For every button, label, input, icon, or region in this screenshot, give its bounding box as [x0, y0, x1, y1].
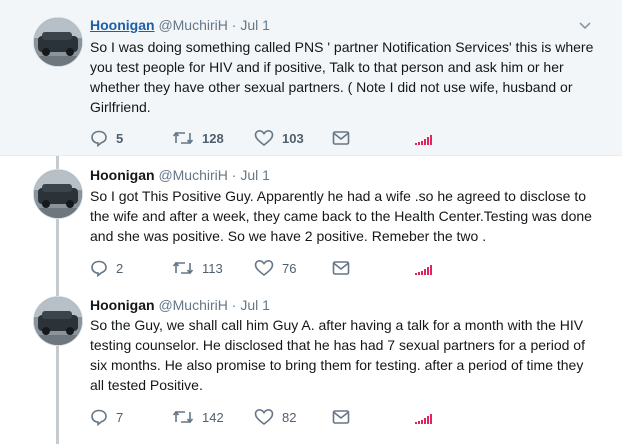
tweet-text: So the Guy, we shall call him Guy A. aft… [90, 317, 585, 393]
dm-button[interactable] [332, 128, 350, 148]
display-name[interactable]: Hoonigan [90, 297, 155, 313]
retweet-count: 128 [202, 130, 224, 146]
separator: · [231, 297, 237, 313]
retweet-icon [172, 131, 194, 145]
like-icon [254, 259, 274, 277]
reply-count: 5 [116, 130, 124, 146]
avatar[interactable] [33, 296, 83, 346]
display-name[interactable]: Hoonigan [90, 167, 155, 183]
like-count: 76 [282, 260, 297, 276]
retweet-button[interactable]: 113 [172, 258, 223, 278]
retweet-icon [172, 410, 194, 424]
reply-count: 7 [116, 409, 124, 425]
analytics-icon[interactable] [415, 265, 433, 275]
like-button[interactable]: 76 [254, 258, 296, 278]
retweet-button[interactable]: 128 [172, 128, 224, 148]
tweet-date[interactable]: Jul 1 [240, 167, 270, 183]
retweet-icon [172, 261, 194, 275]
tweet-1[interactable]: Hoonigan @MuchiriH · Jul 1 So I was doin… [0, 0, 622, 156]
retweet-count: 142 [202, 409, 224, 425]
reply-icon [91, 260, 107, 277]
tweet-2[interactable]: Hoonigan @MuchiriH · Jul 1 So I got This… [0, 156, 622, 291]
tweet-text: So I was doing something called PNS ' pa… [90, 39, 594, 115]
reply-icon [91, 130, 107, 147]
retweet-button[interactable]: 142 [172, 407, 224, 427]
user-handle[interactable]: @MuchiriH [158, 17, 227, 33]
separator: · [231, 17, 237, 33]
reply-button[interactable]: 7 [90, 407, 123, 427]
dm-button[interactable] [332, 407, 350, 427]
display-name[interactable]: Hoonigan [90, 17, 155, 33]
dm-button[interactable] [332, 258, 350, 278]
dm-icon [332, 261, 350, 275]
like-button[interactable]: 82 [254, 407, 296, 427]
like-button[interactable]: 103 [254, 128, 304, 148]
reply-button[interactable]: 2 [90, 258, 123, 278]
like-icon [254, 129, 274, 147]
tweet-text: So I got This Positive Guy. Apparently h… [90, 188, 592, 244]
separator: · [231, 167, 237, 183]
tweet-3[interactable]: Hoonigan @MuchiriH · Jul 1 So the Guy, w… [0, 291, 622, 444]
tweet-header: Hoonigan @MuchiriH · Jul 1 [90, 16, 270, 34]
user-handle[interactable]: @MuchiriH [158, 297, 227, 313]
tweet-thread: Hoonigan @MuchiriH · Jul 1 So I was doin… [0, 0, 622, 444]
like-icon [254, 408, 274, 426]
avatar[interactable] [33, 17, 83, 67]
dm-icon [332, 410, 350, 424]
analytics-icon[interactable] [415, 414, 433, 424]
tweet-date[interactable]: Jul 1 [240, 17, 270, 33]
retweet-count: 113 [202, 260, 223, 276]
tweet-header: Hoonigan @MuchiriH · Jul 1 [90, 166, 270, 184]
tweet-header: Hoonigan @MuchiriH · Jul 1 [90, 296, 270, 314]
user-handle[interactable]: @MuchiriH [158, 167, 227, 183]
like-count: 82 [282, 409, 297, 425]
dm-icon [332, 131, 350, 145]
tweet-date[interactable]: Jul 1 [240, 297, 270, 313]
analytics-icon[interactable] [415, 135, 433, 145]
like-count: 103 [282, 130, 304, 146]
chevron-down-icon[interactable] [578, 18, 592, 32]
reply-button[interactable]: 5 [90, 128, 123, 148]
reply-count: 2 [116, 260, 124, 276]
avatar[interactable] [33, 169, 83, 219]
reply-icon [91, 409, 107, 426]
